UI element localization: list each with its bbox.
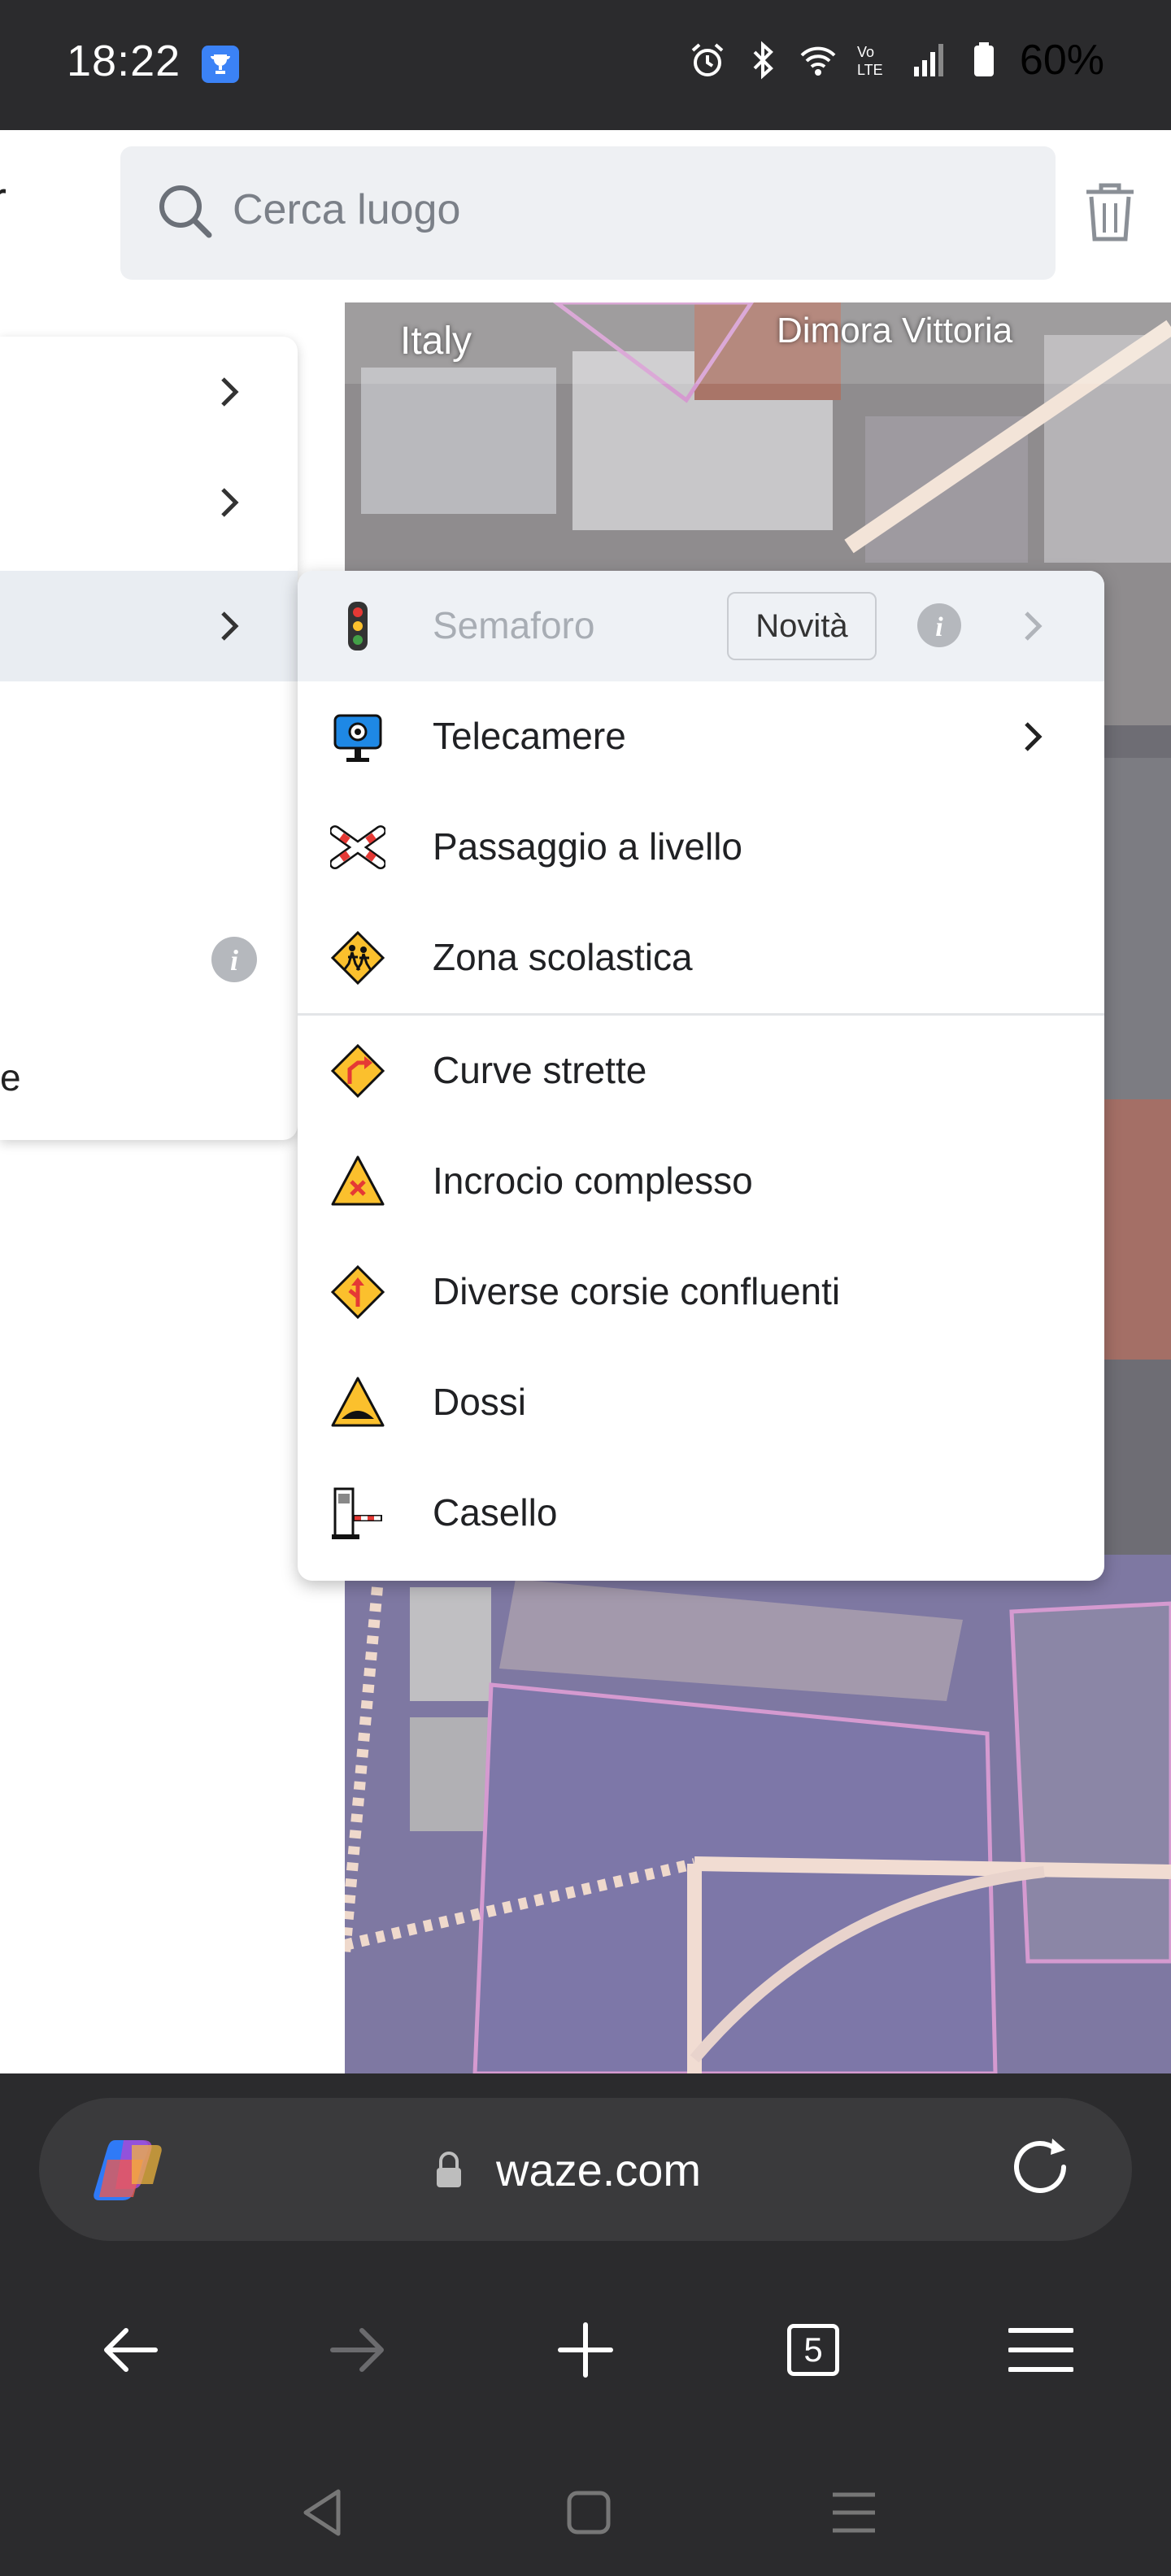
submenu-item-dossi[interactable]: Dossi [298, 1347, 1104, 1458]
toll-booth-icon [332, 1487, 382, 1539]
submenu-item-zona-scolastica[interactable]: Zona scolastica [298, 903, 1104, 1013]
chevron-right-icon [221, 611, 239, 641]
traffic-light-icon [348, 602, 368, 651]
submenu-label: Diverse corsie confluenti [433, 1270, 841, 1312]
svg-text:LTE: LTE [857, 62, 883, 78]
wifi-icon [800, 46, 836, 76]
chevron-right-icon [221, 377, 239, 407]
trophy-app-icon [202, 46, 239, 83]
category-item-partial-label: e [0, 1056, 21, 1099]
system-home-icon[interactable] [556, 2480, 621, 2545]
svg-text:i: i [230, 944, 238, 977]
battery-percent: 60% [1019, 37, 1104, 84]
svg-text:i: i [935, 612, 943, 642]
submenu-item-semaforo[interactable]: Semaforo Novità i [298, 571, 1104, 681]
battery-icon [973, 42, 994, 76]
submenu-label: Curve strette [433, 1049, 647, 1091]
arrow-right-icon [330, 2328, 384, 2372]
category-menu [0, 337, 298, 1140]
map-label-dimora-vittoria: Dimora Vittoria [777, 311, 1013, 350]
forward-button[interactable] [309, 2301, 407, 2399]
lock-icon [437, 2152, 461, 2187]
arrow-left-icon [104, 2328, 158, 2372]
tab-count: 5 [787, 2324, 839, 2376]
submenu-item-diverse-corsie-confluenti[interactable]: Diverse corsie confluenti [298, 1237, 1104, 1347]
submenu-item-incrocio-complesso[interactable]: Incrocio complesso [298, 1126, 1104, 1237]
submenu-item-telecamere[interactable]: Telecamere [298, 681, 1104, 792]
complex-junction-icon [331, 1155, 385, 1206]
status-time: 18:22 [67, 37, 181, 85]
info-icon[interactable]: i [210, 935, 259, 984]
submenu-label: Passaggio a livello [433, 825, 743, 868]
submenu-label: Dossi [433, 1381, 527, 1423]
back-button-partial[interactable]: r [0, 171, 7, 227]
trash-icon[interactable] [1082, 181, 1138, 244]
browser-nav: 5 [0, 2301, 1171, 2399]
chevron-right-icon [1025, 611, 1043, 641]
tabs-button[interactable]: 5 [764, 2301, 862, 2399]
category-item-3-active[interactable] [0, 571, 298, 681]
submenu-label: Incrocio complesso [433, 1160, 753, 1202]
search-icon [159, 185, 212, 238]
chevron-right-icon [221, 488, 239, 517]
submenu-label: Semaforo [433, 604, 595, 646]
hamburger-icon [1008, 2328, 1073, 2372]
submenu-label: Casello [433, 1491, 558, 1534]
submenu-label: Zona scolastica [433, 936, 693, 978]
svg-text:Vo: Vo [857, 44, 874, 60]
url-text[interactable]: waze.com [496, 2143, 701, 2196]
speed-bump-icon [331, 1377, 385, 1427]
alarm-icon [691, 43, 724, 76]
sharp-curve-icon [330, 1043, 385, 1099]
hazard-submenu: Semaforo Novità i Telecamere Passaggio a… [298, 571, 1104, 1581]
system-back-icon[interactable] [289, 2480, 355, 2545]
school-zone-icon [330, 930, 385, 986]
submenu-item-curve-strette[interactable]: Curve strette [298, 1016, 1104, 1126]
signal-icon [913, 44, 943, 76]
status-icons: Vo LTE 60% [688, 36, 1104, 85]
submenu-item-passaggio-a-livello[interactable]: Passaggio a livello [298, 792, 1104, 903]
system-navigation [0, 2448, 1171, 2561]
bluetooth-icon [753, 41, 773, 80]
copilot-icon[interactable] [91, 2135, 168, 2205]
chevron-right-icon [1025, 722, 1043, 751]
category-item-1[interactable] [0, 337, 298, 447]
menu-button[interactable] [992, 2301, 1090, 2399]
railroad-crossing-icon [330, 825, 385, 869]
plus-icon [558, 2322, 613, 2378]
merging-lanes-icon [330, 1264, 385, 1320]
new-tab-button[interactable] [537, 2301, 634, 2399]
info-icon[interactable]: i [916, 602, 963, 649]
camera-icon [333, 714, 382, 762]
submenu-label: Telecamere [433, 715, 626, 757]
map-label-italy: Italy [400, 320, 472, 363]
volte-icon: Vo LTE [857, 44, 883, 78]
search-input[interactable]: Cerca luogo [233, 185, 460, 234]
back-button[interactable] [81, 2301, 179, 2399]
system-recents-icon[interactable] [821, 2480, 886, 2545]
new-badge: Novità [727, 592, 877, 660]
category-item-2[interactable] [0, 447, 298, 558]
reload-icon[interactable] [1005, 2132, 1075, 2202]
submenu-item-casello[interactable]: Casello [298, 1458, 1104, 1569]
